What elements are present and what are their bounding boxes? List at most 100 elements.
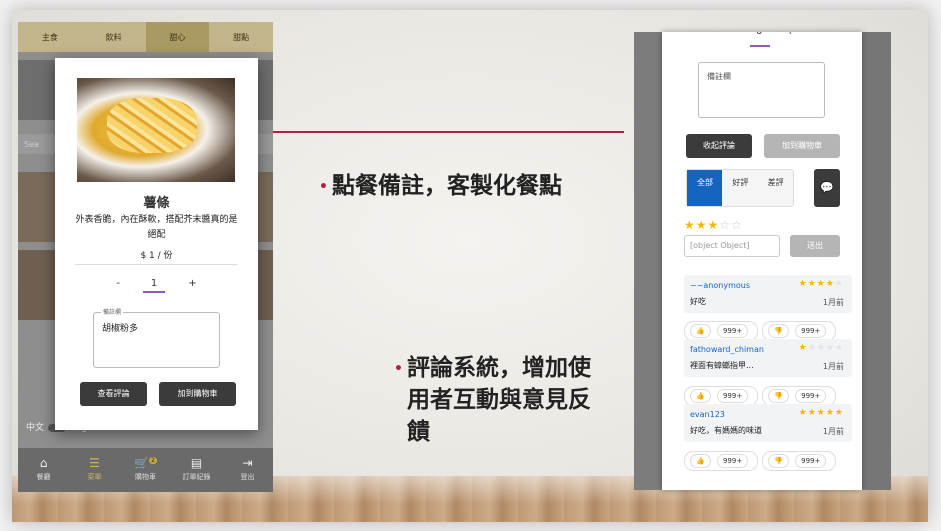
quantity-stepper: - 1 + bbox=[55, 278, 258, 293]
filter-bad[interactable]: 差評 bbox=[758, 170, 793, 206]
review-item: evan123 ★★★★★ 好吃，有媽媽的味道 1月前 bbox=[684, 404, 852, 442]
nav-label: 訂單紀錄 bbox=[182, 473, 211, 481]
bullet-dot: • bbox=[319, 179, 328, 195]
tab-dessert[interactable]: 甜點 bbox=[209, 22, 273, 52]
bullet-review-feature: • 評論系統，增加使用者互動與意見反饋 bbox=[394, 352, 597, 448]
review-item: fathoward_chiman ★★★★★ 裡面有蟑螂指甲... 1月前 bbox=[684, 339, 852, 377]
bullet-dot: • bbox=[394, 361, 403, 377]
thumbs-down-icon: 👎 bbox=[768, 454, 789, 468]
bottom-nav: ⌂ 餐廳 ☰ 菜單 🛒 2 購物車 ▤ 訂單紀錄 ⇥ 登出 bbox=[18, 448, 273, 492]
star-icon[interactable]: ☆ bbox=[731, 218, 743, 232]
review-user[interactable]: ~~anonymous bbox=[690, 281, 750, 290]
dislike-button[interactable]: 👎 999+ bbox=[762, 321, 837, 341]
view-reviews-button[interactable]: 查看評論 bbox=[80, 382, 147, 406]
like-button[interactable]: 👍 999+ bbox=[684, 321, 759, 341]
note-field[interactable]: 備註欄 胡椒粉多 bbox=[93, 307, 220, 368]
thumbs-up-icon: 👍 bbox=[690, 324, 711, 338]
nav-cart[interactable]: 🛒 2 購物車 bbox=[120, 448, 171, 492]
note-placeholder: 備註欄 bbox=[707, 72, 731, 81]
collapse-reviews-button[interactable]: 收起評論 bbox=[686, 134, 752, 158]
quantity-value[interactable]: 0 bbox=[756, 32, 762, 37]
filter-good[interactable]: 好評 bbox=[722, 170, 757, 206]
add-to-cart-button[interactable]: 加到購物車 bbox=[764, 134, 840, 158]
nav-logout[interactable]: ⇥ 登出 bbox=[222, 448, 273, 492]
plus-button[interactable]: + bbox=[786, 32, 794, 37]
note-label: 備註欄 bbox=[101, 307, 124, 316]
side-bg-left bbox=[634, 32, 664, 490]
review-user[interactable]: evan123 bbox=[690, 410, 725, 419]
comment-input[interactable]: [object Object] bbox=[684, 235, 780, 257]
submit-button[interactable]: 送出 bbox=[790, 235, 840, 257]
menu-icon: ☰ bbox=[89, 456, 100, 470]
review-stars: ★★★★★ bbox=[798, 343, 844, 353]
review-stars: ★★★★★ bbox=[798, 279, 844, 289]
thumbs-down-icon: 👎 bbox=[768, 389, 789, 403]
food-description: 外表香脆，內在酥軟，搭配芥末醬真的是絕配 bbox=[75, 215, 238, 240]
nav-menu[interactable]: ☰ 菜單 bbox=[69, 448, 120, 492]
bullet-text: 點餐備註，客製化餐點 bbox=[332, 173, 562, 199]
tab-sweet[interactable]: 甜心 bbox=[145, 22, 210, 52]
plus-button[interactable]: + bbox=[188, 278, 196, 289]
review-reactions: 👍 999+ 👎 999+ bbox=[684, 451, 840, 471]
home-icon: ⌂ bbox=[39, 456, 48, 470]
cart-icon: 🛒 2 bbox=[134, 456, 157, 470]
review-item: ~~anonymous ★★★★★ 好吃 1月前 bbox=[684, 275, 852, 313]
review-time: 1月前 bbox=[822, 298, 844, 307]
star-icon[interactable]: ★ bbox=[684, 218, 696, 232]
category-tabs: 主食 飲料 甜心 甜點 bbox=[18, 22, 273, 52]
food-image bbox=[77, 78, 235, 182]
logout-icon: ⇥ bbox=[242, 456, 253, 470]
food-price: $ 1 / 份 bbox=[140, 251, 173, 261]
review-time: 1月前 bbox=[822, 427, 844, 436]
filter-all[interactable]: 全部 bbox=[687, 170, 723, 206]
nav-restaurant[interactable]: ⌂ 餐廳 bbox=[18, 448, 69, 492]
add-to-cart-button[interactable]: 加到購物車 bbox=[159, 382, 236, 406]
quantity-underline bbox=[750, 45, 770, 47]
review-comment: 裡面有蟑螂指甲... bbox=[690, 361, 754, 370]
minus-button[interactable]: - bbox=[116, 278, 120, 289]
rating-input[interactable]: ★★★☆☆ bbox=[684, 218, 743, 232]
nav-label: 餐廳 bbox=[36, 473, 51, 481]
nav-label: 購物車 bbox=[135, 473, 156, 481]
like-button[interactable]: 👍 999+ bbox=[684, 386, 759, 406]
review-panel: - 0 + 備註欄 收起評論 加到購物車 全部 好評 差評 💬 ★★★☆☆ [o… bbox=[662, 32, 862, 490]
divider bbox=[75, 264, 238, 265]
note-value: 胡椒粉多 bbox=[102, 324, 139, 334]
tab-drinks[interactable]: 飲料 bbox=[82, 22, 146, 52]
star-icon[interactable]: ★ bbox=[696, 218, 708, 232]
review-comment: 好吃 bbox=[690, 297, 706, 306]
dislike-button[interactable]: 👎 999+ bbox=[762, 386, 837, 406]
note-field[interactable]: 備註欄 bbox=[698, 62, 825, 118]
nav-orders[interactable]: ▤ 訂單紀錄 bbox=[171, 448, 222, 492]
cart-badge: 2 bbox=[149, 457, 157, 464]
accent-line bbox=[272, 131, 624, 133]
dislike-button[interactable]: 👎 999+ bbox=[762, 451, 837, 471]
like-button[interactable]: 👍 999+ bbox=[684, 451, 759, 471]
minus-button[interactable]: - bbox=[728, 32, 732, 37]
review-reactions: 👍 999+ 👎 999+ bbox=[684, 321, 840, 341]
review-time: 1月前 bbox=[822, 362, 844, 371]
nav-label: 菜單 bbox=[87, 473, 102, 481]
nav-label: 登出 bbox=[240, 473, 255, 481]
review-reactions: 👍 999+ 👎 999+ bbox=[684, 386, 840, 406]
star-icon[interactable]: ★ bbox=[708, 218, 720, 232]
thumbs-down-icon: 👎 bbox=[768, 324, 789, 338]
search-hint: Sea bbox=[24, 140, 39, 149]
bullet-text: 評論系統，增加使用者互動與意見反饋 bbox=[407, 355, 591, 445]
quantity-value[interactable]: 1 bbox=[143, 278, 166, 293]
food-name: 薯條 bbox=[143, 196, 170, 211]
receipt-icon: ▤ bbox=[190, 456, 203, 470]
review-user[interactable]: fathoward_chiman bbox=[690, 345, 764, 354]
review-filter: 全部 好評 差評 bbox=[686, 169, 794, 207]
review-stars: ★★★★★ bbox=[798, 408, 844, 418]
side-bg-right bbox=[861, 32, 891, 490]
thumbs-up-icon: 👍 bbox=[690, 389, 711, 403]
thumbs-up-icon: 👍 bbox=[690, 454, 711, 468]
lang-zh: 中文 bbox=[26, 423, 45, 433]
star-icon[interactable]: ☆ bbox=[719, 218, 731, 232]
bullet-note-feature: • 點餐備註，客製化餐點 bbox=[319, 170, 594, 202]
chat-icon[interactable]: 💬 bbox=[814, 169, 840, 207]
food-detail-modal: 薯條 外表香脆，內在酥軟，搭配芥末醬真的是絕配 $ 1 / 份 - 1 + 備註… bbox=[55, 58, 258, 430]
tab-main[interactable]: 主食 bbox=[18, 22, 82, 52]
review-comment: 好吃，有媽媽的味道 bbox=[690, 426, 762, 435]
